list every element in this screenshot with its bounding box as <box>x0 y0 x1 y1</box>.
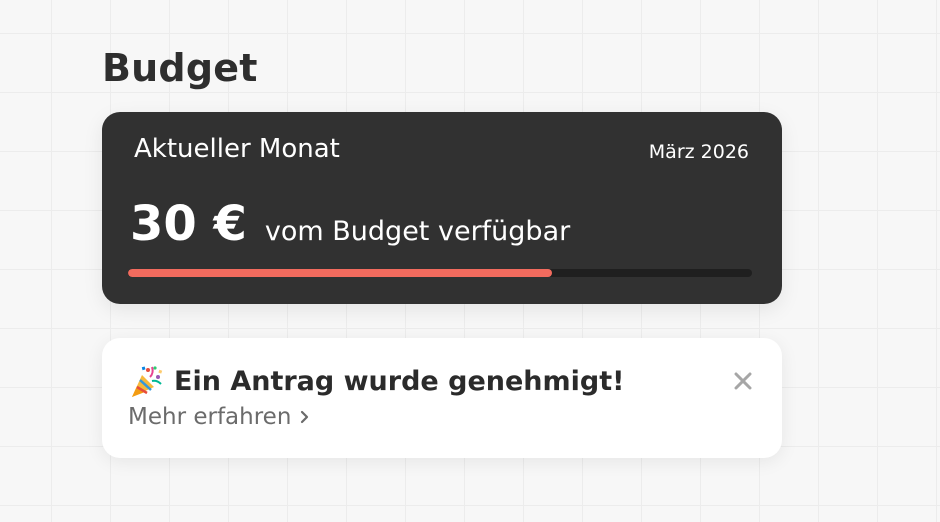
close-icon[interactable] <box>730 368 756 394</box>
learn-more-label: Mehr erfahren <box>128 404 292 430</box>
month-value: März 2026 <box>648 141 749 163</box>
learn-more-link[interactable]: Mehr erfahren <box>128 404 311 430</box>
notification-heading: Ein Antrag wurde genehmigt! <box>128 363 624 399</box>
notification-text: Ein Antrag wurde genehmigt! <box>174 365 625 397</box>
party-popper-icon <box>132 366 163 397</box>
budget-card: Aktueller Monat März 2026 30 € vom Budge… <box>102 112 782 304</box>
approval-notification: Ein Antrag wurde genehmigt! Mehr erfahre… <box>102 338 782 458</box>
budget-amount-suffix: vom Budget verfügbar <box>264 216 571 247</box>
budget-amount: 30 € <box>130 196 247 252</box>
budget-progress-track <box>128 269 752 277</box>
page-title: Budget <box>102 46 258 90</box>
amount-row: 30 € vom Budget verfügbar <box>130 196 570 252</box>
budget-progress-fill <box>128 269 553 277</box>
month-label: Aktueller Monat <box>134 134 340 164</box>
chevron-right-icon <box>301 410 309 424</box>
